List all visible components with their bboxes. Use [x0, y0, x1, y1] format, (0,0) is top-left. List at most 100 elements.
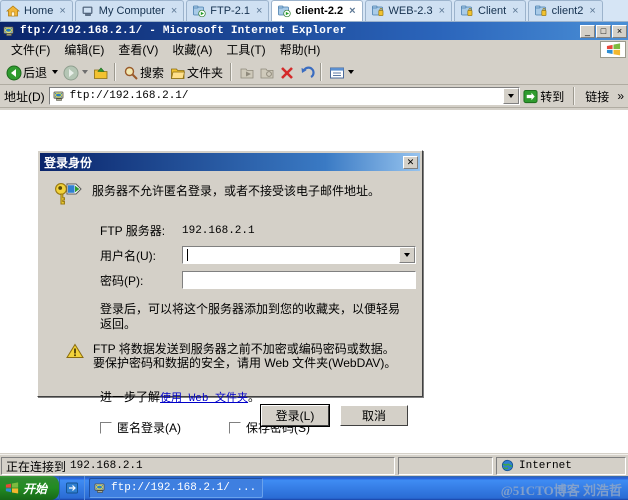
browser-tabstrip: Home × My Computer × FTP-2.1 × client-2.…: [0, 0, 628, 22]
folder-lock-icon: [460, 4, 474, 18]
back-button[interactable]: 后退: [3, 62, 50, 83]
dialog-message: 服务器不允许匿名登录，或者不接受该电子邮件地址。: [92, 184, 381, 198]
address-label: 地址(D): [4, 89, 45, 104]
folder-lock-icon: [371, 4, 385, 18]
taskbar-item-ie[interactable]: ftp://192.168.2.1/ ...: [89, 478, 264, 498]
delete-x-icon: [279, 65, 293, 79]
tab-close-icon[interactable]: ×: [347, 5, 357, 17]
delete-button[interactable]: [276, 63, 296, 81]
ie-window: ftp://192.168.2.1/ - Microsoft Internet …: [0, 22, 628, 476]
dialog-titlebar: 登录身份 ✕: [40, 153, 420, 171]
dialog-close-button[interactable]: ✕: [403, 155, 418, 169]
toolbar-separator: [320, 63, 323, 81]
forward-dropdown-icon[interactable]: [82, 70, 89, 74]
globe-icon: [501, 459, 515, 473]
back-dropdown-icon[interactable]: [52, 70, 59, 74]
go-button-label: 转到: [540, 89, 565, 104]
search-button[interactable]: 搜索: [120, 62, 167, 83]
maximize-button[interactable]: □: [596, 24, 611, 38]
ie-titlebar: ftp://192.168.2.1/ - Microsoft Internet …: [0, 22, 628, 40]
address-dropdown-button[interactable]: [503, 88, 520, 104]
home-icon: [5, 4, 21, 18]
screen: Home × My Computer × FTP-2.1 × client-2.…: [0, 0, 628, 500]
dialog-favorites-note: 登录后，可以将这个服务器添加到您的收藏夹，以便轻易返回。: [100, 302, 401, 331]
username-dropdown-button[interactable]: [399, 247, 415, 263]
browser-tab-client-22[interactable]: client-2.2 ×: [271, 0, 363, 21]
search-icon: [123, 65, 138, 80]
dialog-message-row: 服务器不允许匿名登录，或者不接受该电子邮件地址。: [52, 181, 408, 210]
toolbar-separator: [230, 63, 233, 81]
forward-button[interactable]: [60, 63, 80, 81]
dialog-title: 登录身份: [44, 155, 93, 170]
status-host: 192.168.2.1: [70, 460, 143, 472]
menu-favorites[interactable]: 收藏(A): [165, 39, 219, 60]
copy-to-button[interactable]: [256, 63, 276, 81]
status-message-pane: 正在连接到 192.168.2.1: [1, 457, 395, 475]
views-button[interactable]: [326, 63, 346, 81]
folders-button[interactable]: 文件夹: [167, 62, 226, 83]
security-zone-pane[interactable]: Internet: [496, 457, 626, 475]
ie-toolbar: 后退 搜索 文件夹: [0, 60, 628, 85]
go-button[interactable]: 转到: [520, 88, 569, 105]
save-password-checkbox[interactable]: [229, 421, 241, 434]
ie-title-text: ftp://192.168.2.1/ - Microsoft Internet …: [20, 25, 347, 37]
move-to-button[interactable]: [236, 63, 256, 81]
address-value: ftp://192.168.2.1/: [69, 90, 189, 102]
menu-file[interactable]: 文件(F): [4, 39, 57, 60]
cancel-button[interactable]: 取消: [340, 405, 408, 426]
watermark: @51CTO博客 刘浩哲: [501, 480, 622, 499]
tab-close-icon[interactable]: ×: [169, 5, 179, 17]
minimize-button[interactable]: _: [580, 24, 595, 38]
taskbar-item-label: ftp://192.168.2.1/ ...: [111, 482, 257, 494]
login-button[interactable]: 登录(L): [260, 404, 330, 427]
warning-triangle-icon: [66, 343, 84, 362]
undo-button[interactable]: [296, 63, 316, 81]
anonymous-login-checkbox[interactable]: [100, 421, 112, 434]
menu-edit[interactable]: 编辑(E): [57, 39, 111, 60]
browser-tab-home[interactable]: Home ×: [0, 0, 73, 21]
dialog-body: 服务器不允许匿名登录，或者不接受该电子邮件地址。 FTP 服务器: 192.16…: [38, 171, 422, 436]
tab-close-icon[interactable]: ×: [587, 5, 597, 17]
web-folders-link[interactable]: 使用 Web 文件夹: [160, 393, 248, 405]
browser-tab-label: FTP-2.1: [210, 4, 250, 17]
menu-tools[interactable]: 工具(T): [219, 39, 272, 60]
tab-close-icon[interactable]: ×: [437, 5, 447, 17]
up-button[interactable]: [90, 63, 110, 81]
show-desktop-icon[interactable]: [65, 481, 79, 495]
security-zone-label: Internet: [519, 460, 572, 472]
start-button[interactable]: 开始: [0, 476, 60, 500]
key-icon: [52, 181, 82, 210]
tab-close-icon[interactable]: ×: [57, 5, 67, 17]
menu-help[interactable]: 帮助(H): [273, 39, 328, 60]
folder-run-icon: [277, 4, 292, 18]
ftp-server-label: FTP 服务器:: [100, 224, 166, 238]
undo-arrow-icon: [299, 65, 315, 79]
username-label: 用户名(U):: [100, 248, 156, 263]
links-label[interactable]: 链接: [579, 88, 611, 105]
password-input[interactable]: [182, 271, 416, 289]
tab-close-icon[interactable]: ×: [254, 5, 264, 17]
browser-tab-ftp-21[interactable]: FTP-2.1 ×: [186, 0, 270, 21]
menu-view[interactable]: 查看(V): [111, 39, 165, 60]
addressbar-separator: [573, 87, 576, 105]
ie-icon: [93, 481, 107, 495]
text-caret: [187, 249, 188, 261]
toolbar-separator: [114, 63, 117, 81]
browser-tab-my-computer[interactable]: My Computer ×: [74, 0, 185, 21]
browser-tab-label: My Computer: [98, 4, 165, 17]
close-button[interactable]: ×: [612, 24, 627, 38]
tab-close-icon[interactable]: ×: [510, 5, 520, 17]
folder-lock-icon: [534, 4, 548, 18]
address-input[interactable]: ftp://192.168.2.1/: [48, 87, 521, 105]
views-dropdown-icon[interactable]: [348, 70, 355, 74]
ie-menubar: 文件(F) 编辑(E) 查看(V) 收藏(A) 工具(T) 帮助(H): [0, 40, 628, 60]
back-button-label: 后退: [23, 65, 48, 80]
username-input[interactable]: [182, 246, 416, 264]
links-overflow-icon[interactable]: »: [611, 89, 626, 103]
browser-tab-client[interactable]: Client ×: [454, 0, 526, 21]
ie-app-icon: [2, 24, 16, 38]
forward-arrow-icon: [63, 65, 79, 81]
browser-tab-web-23[interactable]: WEB-2.3 ×: [364, 0, 452, 21]
status-text: 正在连接到: [6, 459, 67, 474]
browser-tab-client2[interactable]: client2 ×: [527, 0, 603, 21]
